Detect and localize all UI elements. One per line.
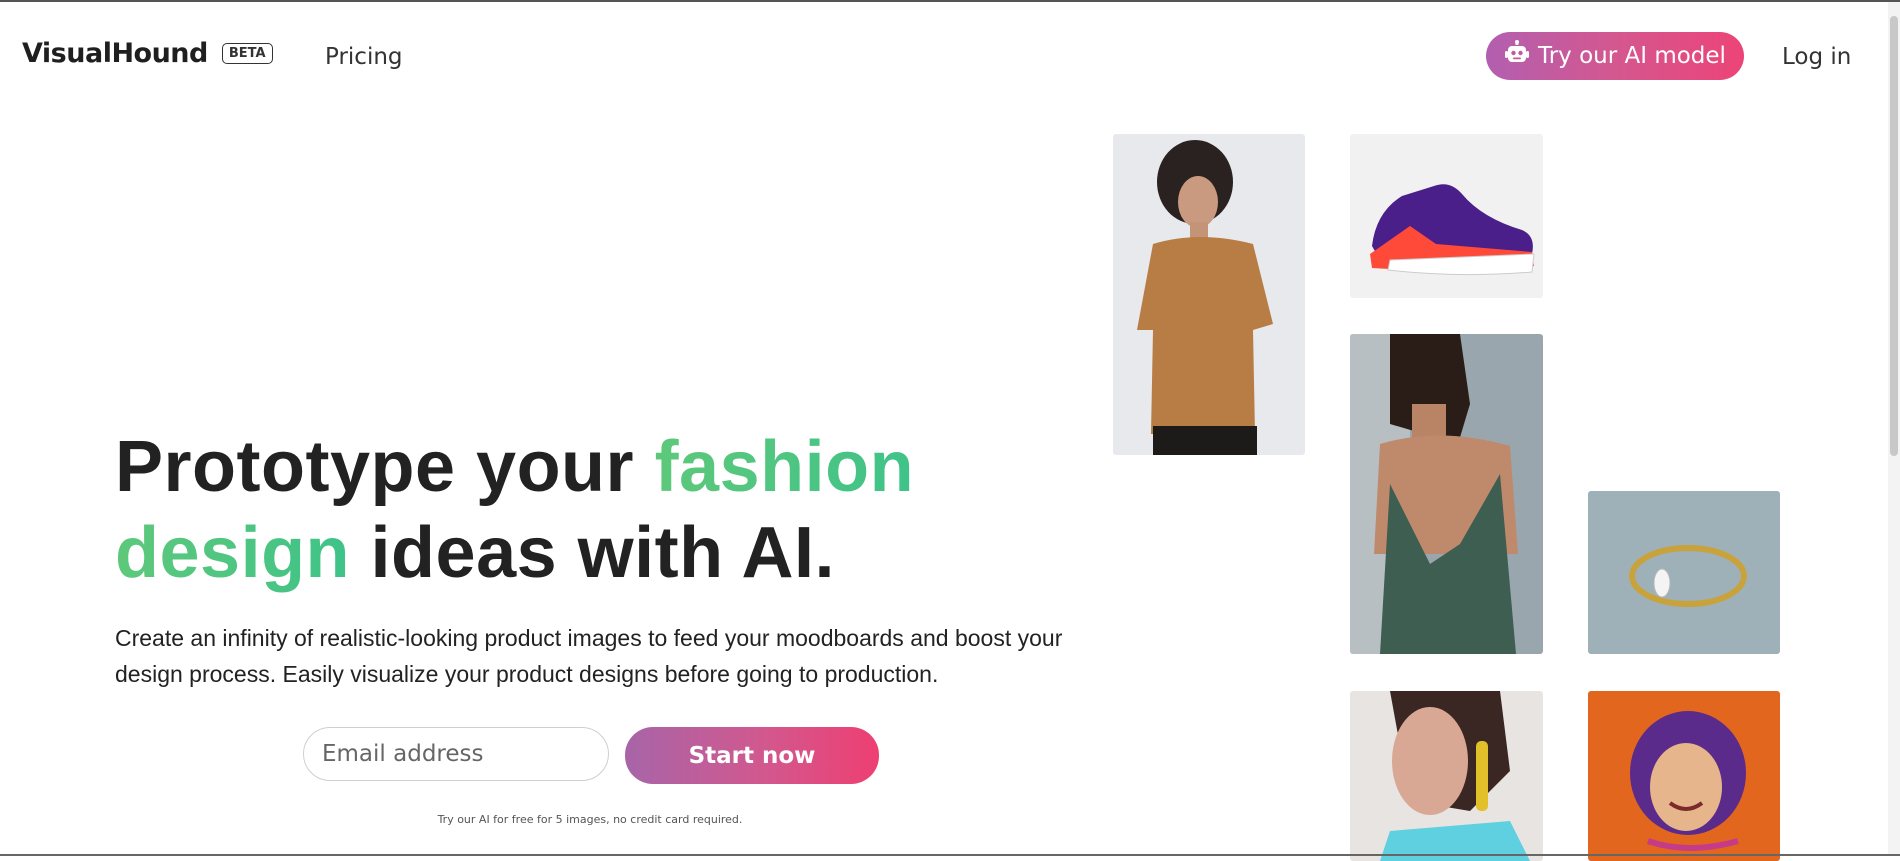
hero-title-highlight-fashion: fashion — [654, 427, 915, 507]
gallery-image-sneaker — [1350, 134, 1543, 298]
try-ai-model-button[interactable]: Try our AI model — [1486, 32, 1744, 80]
hero-title-part1: Prototype your — [115, 427, 655, 507]
start-now-button[interactable]: Start now — [625, 727, 879, 784]
top-border — [0, 0, 1900, 2]
gallery-image-green-dress — [1350, 334, 1543, 654]
scrollbar-track[interactable] — [1888, 2, 1900, 854]
try-ai-model-label: Try our AI model — [1538, 43, 1726, 69]
gallery-image-gold-ring — [1588, 491, 1780, 654]
gallery-image-earring-model — [1350, 691, 1543, 861]
scrollbar-thumb[interactable] — [1890, 16, 1898, 456]
login-link[interactable]: Log in — [1782, 44, 1851, 70]
gallery-image-purple-hair — [1588, 691, 1780, 861]
logo-text: VisualHound — [22, 38, 208, 69]
nav-pricing-link[interactable]: Pricing — [325, 44, 403, 70]
hero-title: Prototype your fashion design ideas with… — [115, 424, 1015, 596]
hero-title-part2: ideas with AI. — [350, 513, 835, 593]
free-trial-note: Try our AI for free for 5 images, no cre… — [437, 813, 743, 826]
gallery-image-man-tshirt — [1113, 134, 1305, 455]
robot-icon — [1504, 40, 1530, 72]
email-input[interactable] — [303, 727, 609, 781]
logo[interactable]: VisualHound BETA — [22, 38, 273, 69]
beta-badge: BETA — [221, 43, 273, 64]
hero-title-highlight-design: design — [115, 513, 351, 593]
hero-subtitle: Create an infinity of realistic-looking … — [115, 625, 1063, 687]
